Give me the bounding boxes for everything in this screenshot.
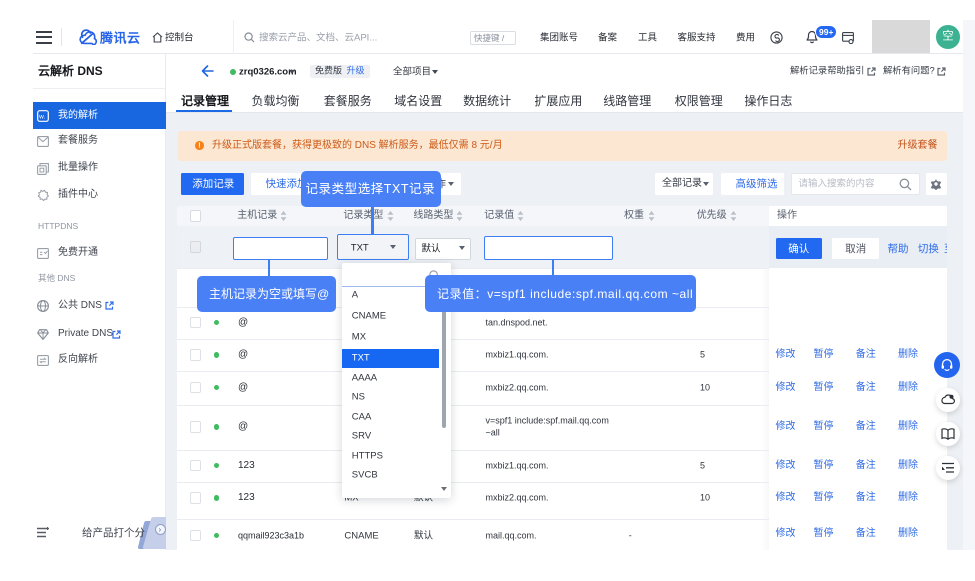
svg-text:w.: w. (38, 113, 45, 120)
